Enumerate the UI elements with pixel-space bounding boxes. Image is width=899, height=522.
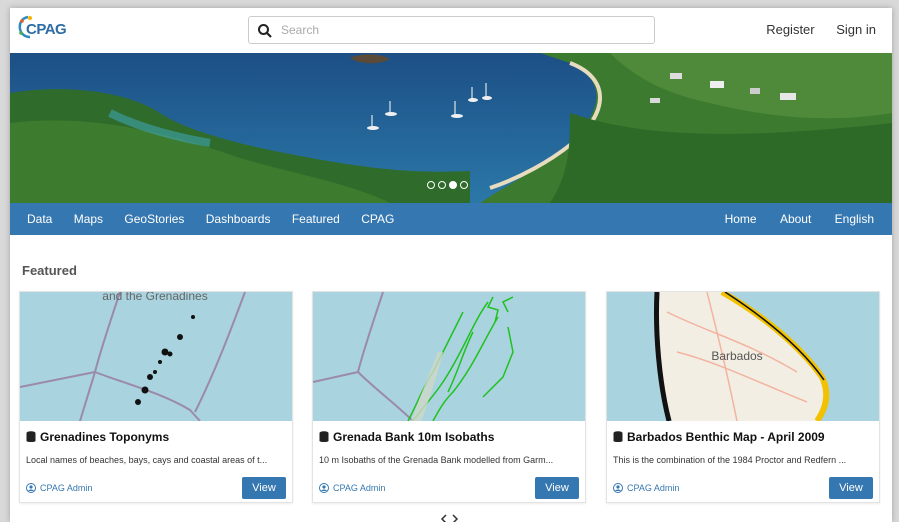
carousel-dot[interactable] <box>460 181 468 189</box>
top-bar: CPAG Register Sign in <box>10 8 892 53</box>
map-label-barbados: Barbados <box>711 349 762 363</box>
browser-page: CPAG Register Sign in <box>10 8 892 522</box>
view-button[interactable]: View <box>829 477 873 499</box>
card-title-text: Grenada Bank 10m Isobaths <box>333 430 495 444</box>
nav-data[interactable]: Data <box>27 212 52 226</box>
search-input[interactable] <box>281 20 641 40</box>
logo-text: CPAG <box>26 21 67 38</box>
register-link[interactable]: Register <box>766 22 814 37</box>
carousel-dot[interactable] <box>438 181 446 189</box>
nav-geostories[interactable]: GeoStories <box>124 212 184 226</box>
nav-cpag[interactable]: CPAG <box>361 212 394 226</box>
search-box[interactable] <box>248 16 655 44</box>
card-description: This is the combination of the 1984 Proc… <box>613 455 847 465</box>
resource-card[interactable]: Barbados Barbados Benthic Map - April 20… <box>606 291 880 503</box>
hero-carousel[interactable] <box>10 53 892 203</box>
card-owner-name: CPAG Admin <box>333 483 386 493</box>
carousel-dot-active[interactable] <box>449 181 457 189</box>
card-owner[interactable]: CPAG Admin <box>26 483 92 493</box>
card-title[interactable]: Grenadines Toponyms <box>26 430 169 444</box>
resource-card[interactable]: Grenada Bank 10m Isobaths 10 m Isobaths … <box>312 291 586 503</box>
featured-heading: Featured <box>22 263 77 278</box>
user-icon <box>26 483 36 493</box>
map-label-grenadines: and the Grenadines <box>102 292 207 303</box>
nav-featured[interactable]: Featured <box>292 212 340 226</box>
card-owner-name: CPAG Admin <box>627 483 680 493</box>
chevron-right-icon[interactable] <box>451 514 459 522</box>
dataset-icon <box>319 431 329 442</box>
card-owner-name: CPAG Admin <box>40 483 93 493</box>
card-owner[interactable]: CPAG Admin <box>319 483 385 493</box>
nav-maps[interactable]: Maps <box>74 212 103 226</box>
cpag-logo[interactable]: CPAG <box>18 15 78 47</box>
sign-in-link[interactable]: Sign in <box>836 22 876 37</box>
card-description: Local names of beaches, bays, cays and c… <box>26 455 268 465</box>
dataset-icon <box>26 431 36 442</box>
card-title[interactable]: Barbados Benthic Map - April 2009 <box>613 430 825 444</box>
view-button[interactable]: View <box>242 477 286 499</box>
map-thumbnail[interactable]: and the Grenadines <box>20 292 292 421</box>
card-description: 10 m Isobaths of the Grenada Bank modell… <box>319 455 554 465</box>
nav-home[interactable]: Home <box>725 212 757 226</box>
user-icon <box>319 483 329 493</box>
map-thumbnail[interactable]: Barbados <box>607 292 879 421</box>
resource-card[interactable]: and the Grenadines Grenadines Toponyms L… <box>19 291 293 503</box>
view-button[interactable]: View <box>535 477 579 499</box>
dataset-icon <box>613 431 623 442</box>
card-title-text: Barbados Benthic Map - April 2009 <box>627 430 825 444</box>
auth-links: Register Sign in <box>748 22 876 37</box>
card-owner[interactable]: CPAG Admin <box>613 483 679 493</box>
nav-dashboards[interactable]: Dashboards <box>206 212 271 226</box>
card-title-text: Grenadines Toponyms <box>40 430 170 444</box>
carousel-dot[interactable] <box>427 181 435 189</box>
card-title[interactable]: Grenada Bank 10m Isobaths <box>319 430 494 444</box>
chevron-left-icon[interactable] <box>440 514 448 522</box>
main-nav: Data Maps GeoStories Dashboards Featured… <box>10 203 892 235</box>
user-icon <box>613 483 623 493</box>
nav-about[interactable]: About <box>780 212 811 226</box>
language-selector[interactable]: English <box>835 212 874 226</box>
map-thumbnail[interactable] <box>313 292 585 421</box>
featured-pager <box>440 513 459 522</box>
carousel-indicators <box>427 176 471 194</box>
search-icon <box>258 24 272 38</box>
